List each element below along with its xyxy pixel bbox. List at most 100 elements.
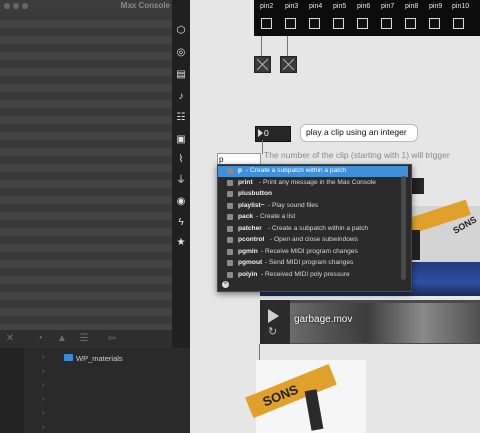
description-line: The number of the clip (starting with 1)…	[264, 150, 450, 160]
image-preview[interactable]: SONS	[245, 360, 366, 433]
pin-toggle[interactable]	[405, 18, 416, 29]
play-icon[interactable]	[268, 309, 279, 323]
disclosure-chevron-icon[interactable]: ›	[42, 382, 48, 389]
console-toolbar: ✕ ◔ ▲ ☰ ⇦	[0, 330, 172, 348]
item-name: plusbutton	[238, 190, 273, 197]
pin-label: pin2	[260, 3, 274, 10]
excavator-arm-piston	[412, 230, 420, 260]
star-icon[interactable]: ★	[175, 237, 187, 249]
pin-label: pin9	[429, 3, 443, 10]
disclosure-chevron-icon[interactable]: ›	[42, 368, 48, 375]
pin-toggle[interactable]	[381, 18, 392, 29]
pin-label: pin7	[381, 3, 395, 10]
object-icon	[227, 168, 233, 174]
warning-icon[interactable]: ▲	[56, 333, 68, 345]
item-desc: - Received MIDI poly pressure	[261, 270, 350, 278]
patch-cable[interactable]	[262, 140, 263, 154]
pin-label: pin8	[405, 3, 419, 10]
pin-toggle[interactable]	[453, 18, 464, 29]
pin-toggle[interactable]	[333, 18, 344, 29]
item-name: pgmout	[238, 259, 263, 266]
item-name: playlist~	[238, 201, 265, 209]
number-arrow-icon	[258, 129, 263, 137]
patch-cable[interactable]	[259, 344, 260, 360]
disclosure-chevron-icon[interactable]: ›	[42, 354, 48, 361]
disclosure-chevron-icon[interactable]: ›	[42, 424, 48, 431]
number-value[interactable]: 0	[264, 128, 269, 138]
object-icon	[227, 271, 233, 278]
pin-label: pin10	[452, 3, 470, 10]
item-desc: - Print any message in the Max Console	[259, 178, 376, 186]
arrow-icon[interactable]: ⇦	[106, 333, 118, 345]
list-icon[interactable]: ☰	[78, 333, 90, 345]
plug-icon[interactable]: ⏚	[175, 175, 187, 187]
toggle-box[interactable]	[254, 56, 271, 73]
console-titlebar[interactable]: Max Console	[0, 0, 172, 12]
disclosure-chevron-icon[interactable]: ›	[42, 396, 48, 403]
item-name: patcher	[238, 224, 262, 232]
item-desc: - Create a subpatch within a patch	[246, 167, 347, 174]
cube-icon[interactable]: ⬡	[175, 25, 187, 37]
excavator-arm-piston	[304, 389, 324, 431]
menu-scrollbar[interactable]	[401, 176, 406, 280]
object-icon	[227, 248, 233, 255]
sliders-icon[interactable]: ☷	[175, 112, 187, 124]
minimize-window-icon[interactable]	[13, 3, 19, 9]
pin-label: pin4	[309, 3, 323, 10]
object-icon	[227, 191, 233, 197]
item-desc: - Create a subpatch within a patch	[268, 224, 369, 232]
object-icon	[227, 260, 233, 266]
pin-toggle[interactable]	[285, 18, 296, 29]
pin-toggle[interactable]	[429, 18, 440, 29]
film-icon[interactable]: ▤	[175, 69, 187, 81]
pin-toggle[interactable]	[261, 18, 272, 29]
music-note-icon[interactable]: ♪	[175, 91, 187, 103]
clip-filename: garbage.mov	[294, 314, 353, 325]
disclosure-chevron-icon[interactable]: ›	[42, 410, 48, 417]
finder-sidebar	[0, 348, 24, 433]
folder-label[interactable]: WP_materials	[76, 354, 123, 363]
close-window-icon[interactable]	[4, 3, 10, 9]
zoom-window-icon[interactable]	[22, 3, 28, 9]
item-name: p	[238, 167, 243, 174]
item-name: pcontrol	[238, 236, 265, 243]
autocomplete-item[interactable]: pgmout - Send MIDI program changes	[218, 258, 408, 269]
pin-toggle[interactable]	[357, 18, 368, 29]
circle-target-icon[interactable]: ◎	[175, 47, 187, 59]
object-icon	[227, 214, 233, 220]
autocomplete-item[interactable]: playlist~ - Play sound files	[218, 201, 408, 212]
patch-cable[interactable]	[261, 36, 262, 56]
item-desc: - Receive MIDI program changes	[261, 247, 358, 255]
autocomplete-item[interactable]: patcher - Create a subpatch within a pat…	[218, 224, 408, 235]
close-icon[interactable]: ✕	[4, 333, 16, 345]
object-icon	[227, 202, 233, 209]
paperclip-icon[interactable]: ⌇	[175, 154, 187, 166]
lightning-icon[interactable]: ϟ	[175, 217, 187, 229]
new-object-text[interactable]: p	[219, 155, 223, 164]
pins-panel: pin2 pin3 pin4 pin5 pin6 pin7 pin8 pin9 …	[254, 0, 480, 36]
autocomplete-item[interactable]: pgmin - Receive MIDI program changes	[218, 247, 408, 258]
console-title: Max Console	[120, 1, 170, 10]
console-log-area[interactable]	[0, 12, 172, 330]
patch-cable[interactable]	[287, 36, 288, 56]
pin-label: pin6	[357, 3, 371, 10]
loop-icon[interactable]: ↻	[268, 325, 277, 338]
stopwatch-icon[interactable]: ◔	[34, 333, 46, 345]
folder-icon	[64, 354, 73, 361]
autocomplete-item[interactable]: print - Print any message in the Max Con…	[218, 178, 408, 189]
compass-icon[interactable]: ◉	[175, 196, 187, 208]
pin-toggle[interactable]	[309, 18, 320, 29]
menu-close-icon[interactable]: ×	[222, 281, 229, 288]
autocomplete-item[interactable]: p - Create a subpatch within a patch	[218, 166, 408, 177]
autocomplete-item[interactable]: pcontrol - Open and close subwindows	[218, 235, 408, 246]
object-icon	[227, 225, 233, 232]
autocomplete-item[interactable]: plusbutton	[218, 189, 408, 200]
pin-label: pin5	[333, 3, 347, 10]
item-name: pgmin	[238, 247, 258, 255]
autocomplete-item[interactable]: pack - Create a list	[218, 212, 408, 223]
image-icon[interactable]: ▣	[175, 134, 187, 146]
item-name: pack	[238, 213, 254, 220]
comment-text: play a clip using an integer	[306, 127, 407, 137]
autocomplete-item[interactable]: polyin - Received MIDI poly pressure	[218, 270, 408, 281]
toggle-box[interactable]	[280, 56, 297, 73]
